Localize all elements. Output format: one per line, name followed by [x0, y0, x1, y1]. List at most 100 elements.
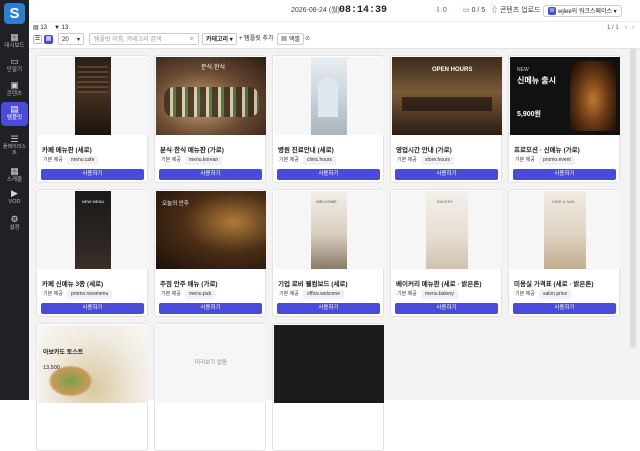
tag-basic: 기본 제공 [515, 157, 535, 163]
template-icon: ▤ [10, 104, 19, 114]
sidebar-item-devices[interactable]: ▭ 단말기 [1, 54, 28, 78]
tag-icon: ▼ [54, 25, 60, 31]
thumbnail-text: 신메뉴 출시 [517, 76, 557, 85]
sidebar-item-settings[interactable]: ⚙ 설정 [1, 212, 28, 236]
grid-icon: ▦ [10, 32, 19, 42]
add-template-button[interactable]: + 템플릿 추가 [239, 33, 273, 45]
grid-view-button[interactable]: ▦ [44, 35, 53, 44]
thumbnail-text: 아보카도 토스트 [43, 350, 84, 356]
tag-basic: 기본 제공 [279, 291, 299, 297]
thumbnail-text: 오늘의 안주 [162, 201, 189, 207]
use-button[interactable]: 사용하기 [513, 303, 616, 314]
template-card[interactable]: BAKERY 베이커리 메뉴판 (세로 · 밝은톤) 기본 제공 menu.ba… [390, 189, 502, 317]
sidebar-item-playlist[interactable]: ☰ 플레이리스트 [1, 132, 28, 160]
clock-display: 08:14:39 [339, 5, 388, 16]
monitor-icon: ▭ [463, 7, 470, 14]
search-icon[interactable]: ⌕ [190, 33, 193, 45]
image-icon: ▣ [10, 80, 19, 90]
chevron-down-icon: ▾ [76, 37, 80, 43]
calendar-icon: ▦ [10, 166, 19, 176]
template-name: 영업시간 안내 (가로) [396, 147, 452, 154]
chevron-down-icon: ▾ [229, 37, 233, 43]
sidebar-item-dashboard[interactable]: ▦ 대시보드 [1, 30, 28, 54]
tag-basic: 기본 제공 [161, 291, 181, 297]
reset-icon[interactable]: ⊘ [305, 33, 310, 45]
tag-basic: 기본 제공 [279, 157, 299, 163]
template-card[interactable]: 오늘의 안주 주점 안주 메뉴 (가로) 기본 제공 menu.pub 사용하기 [154, 189, 266, 317]
video-icon: ▶ [11, 188, 18, 198]
excel-button[interactable]: ▦ 액셀 [277, 33, 304, 45]
template-thumbnail: WELCOME [274, 191, 384, 269]
template-name: 기업 로비 웰컴보드 (세로) [278, 281, 348, 288]
template-card[interactable]: 아보카도 토스트 13,500 [36, 323, 148, 451]
template-card[interactable]: 병원 진료안내 (세로) 기본 제공 clinic.hours 사용하기 [272, 55, 384, 183]
list-view-button[interactable]: ☰ [33, 35, 42, 44]
thumbnail-text: NEW MENU [82, 199, 105, 204]
sidebar: S ▦ 대시보드 ▭ 단말기 ▣ 콘텐츠 ▤ 템플릿 ☰ 플레이리스트 ▦ 스케… [0, 0, 29, 400]
tag-key: store.hours [421, 156, 455, 165]
template-card[interactable]: 미리보기 없음 [154, 323, 266, 451]
template-card[interactable] [272, 323, 384, 451]
thumbnail-price: 5,900원 [517, 111, 541, 118]
upload-link[interactable]: ⇧ 콘텐츠 업로드 [491, 0, 541, 22]
toolbar: ☰ ▦ 20 ▾ 템플릿 이름, 카테고리 검색 ⌕ 카테고리 ▾ + 템플릿 … [29, 33, 640, 47]
template-card[interactable]: HAIR & NAIL 미용실 가격표 (세로 · 밝은톤) 기본 제공 sal… [508, 189, 620, 317]
table-icon: ▦ [281, 37, 288, 43]
use-button[interactable]: 사용하기 [277, 169, 380, 180]
template-card[interactable]: OPEN HOURS 영업시간 안내 (가로) 기본 제공 store.hour… [390, 55, 502, 183]
sidebar-item-schedule[interactable]: ▦ 스케줄 [1, 164, 28, 188]
tag-key: salon.price [539, 290, 572, 299]
template-name: 카페 메뉴판 (세로) [42, 147, 92, 154]
sidebar-item-vod[interactable]: ▶ VOD [1, 186, 28, 210]
workspace-badge: W [548, 7, 556, 16]
date-display: 2026-08-24 (월) [291, 7, 340, 14]
use-button[interactable]: 사용하기 [41, 169, 144, 180]
template-card[interactable]: 카페 메뉴판 (세로) 기본 제공 menu.cafe 사용하기 [36, 55, 148, 183]
device-status[interactable]: ▭ 0 / 5 [463, 0, 485, 22]
template-name: 미용실 가격표 (세로 · 밝은톤) [514, 281, 594, 288]
template-thumbnail: HAIR & NAIL [510, 191, 620, 269]
app-logo[interactable]: S [4, 3, 25, 24]
template-card[interactable]: WELCOME 기업 로비 웰컴보드 (세로) 기본 제공 office.wel… [272, 189, 384, 317]
tag-basic: 기본 제공 [515, 291, 535, 297]
use-button[interactable]: 사용하기 [159, 303, 262, 314]
use-button[interactable]: 사용하기 [513, 169, 616, 180]
use-button[interactable]: 사용하기 [395, 169, 498, 180]
template-thumbnail: 분식·한식 [156, 57, 266, 135]
use-button[interactable]: 사용하기 [277, 303, 380, 314]
category-select[interactable]: 카테고리 ▾ [202, 33, 237, 45]
use-button[interactable]: 사용하기 [159, 169, 262, 180]
template-thumbnail: NEW MENU [38, 191, 148, 269]
tag-basic: 기본 제공 [397, 291, 417, 297]
monitor-icon: ▭ [10, 56, 19, 66]
template-name: 프로모션 · 신메뉴 (가로) [514, 147, 580, 154]
playlist-icon: ☰ [10, 134, 19, 144]
grid-scrollbar[interactable] [630, 48, 636, 348]
tag-key: menu.bakery [421, 290, 458, 299]
template-card[interactable]: NEW 신메뉴 출시 5,900원 프로모션 · 신메뉴 (가로) 기본 제공 … [508, 55, 620, 183]
sidebar-item-templates[interactable]: ▤ 템플릿 [1, 102, 28, 126]
tag-basic: 기본 제공 [43, 291, 63, 297]
template-card[interactable]: 분식·한식 분식·한식 메뉴판 (가로) 기본 제공 menu.korean 사… [154, 55, 266, 183]
search-input[interactable]: 템플릿 이름, 카테고리 검색 [89, 33, 199, 45]
template-thumbnail: NEW 신메뉴 출시 5,900원 [510, 57, 620, 135]
tag-key: office.welcome [303, 290, 344, 299]
template-grid: 카페 메뉴판 (세로) 기본 제공 menu.cafe 사용하기 분식·한식 분… [29, 48, 640, 451]
template-card[interactable]: NEW MENU 카페 신메뉴 3종 (세로) 기본 제공 promo.newm… [36, 189, 148, 317]
use-button[interactable]: 사용하기 [395, 303, 498, 314]
tag-basic: 기본 제공 [161, 157, 181, 163]
upload-icon: ⇧ [491, 7, 498, 14]
thumbnail-text: WELCOME [316, 199, 337, 204]
template-name: 베이커리 메뉴판 (세로 · 밝은톤) [396, 281, 482, 288]
page-size-select[interactable]: 20 ▾ [58, 33, 84, 45]
notification-indicator[interactable]: ⇩ 0 [435, 0, 447, 22]
template-thumbnail [274, 57, 384, 135]
sidebar-item-contents[interactable]: ▣ 콘텐츠 [1, 78, 28, 102]
thumbnail-text: 분식·한식 [201, 65, 226, 71]
gear-icon: ⚙ [10, 214, 19, 224]
workspace-selector[interactable]: Wwjlee의 워크스페이스 ▾ [543, 5, 622, 17]
template-icon: ▤ [33, 25, 39, 31]
template-thumbnail: 오늘의 안주 [156, 191, 266, 269]
use-button[interactable]: 사용하기 [41, 303, 144, 314]
template-thumbnail [38, 57, 148, 135]
